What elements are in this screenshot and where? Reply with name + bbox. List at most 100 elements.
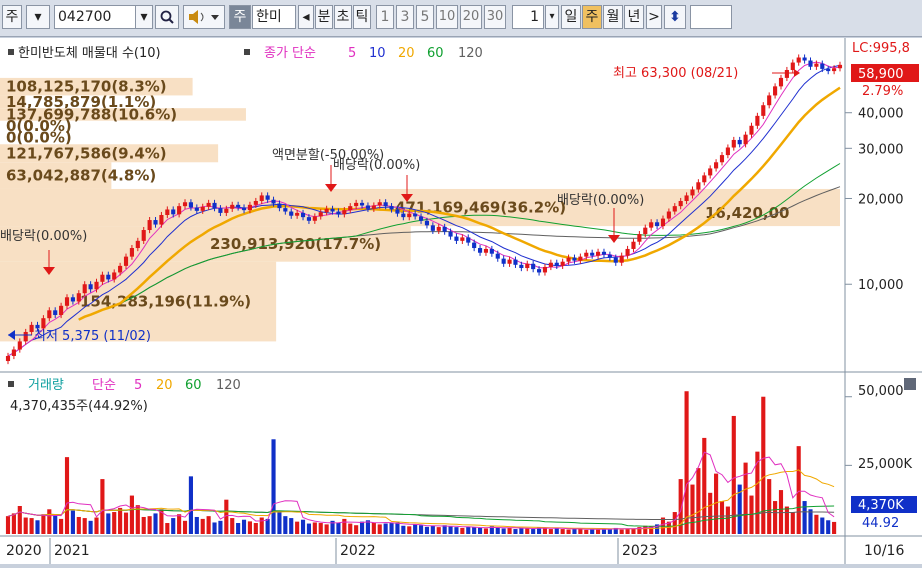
volume-legend-ma-60: 60 [185, 378, 202, 393]
period-tick-button[interactable]: 틱 [353, 5, 371, 29]
candle-body [501, 258, 506, 264]
stock-name-value: 한미 [256, 9, 282, 25]
count-field[interactable]: 1 [512, 5, 544, 29]
volume-bar [359, 521, 365, 534]
volume-bar [70, 510, 75, 534]
period-day-button[interactable]: 일 [561, 5, 581, 29]
candle-body [548, 262, 553, 267]
type-button[interactable]: 주 [229, 5, 251, 29]
next-button[interactable]: > [646, 5, 662, 29]
candle-body [418, 216, 424, 221]
interval-30-button[interactable]: 30 [484, 5, 506, 29]
candle-body [106, 274, 111, 280]
candle-body [584, 252, 589, 257]
candle-body [560, 261, 565, 266]
volume-bar [306, 523, 312, 534]
interval-5-button[interactable]: 5 [416, 5, 434, 29]
volume-bar [342, 518, 347, 534]
period-week-button[interactable]: 주 [582, 5, 602, 29]
candle-body [802, 57, 807, 61]
candle-body [277, 203, 282, 209]
candle-body [342, 210, 347, 215]
volume-bar [436, 527, 441, 534]
volume-bar [560, 529, 565, 534]
volume-bar [64, 457, 70, 534]
candle-body [531, 263, 536, 270]
sound-menu-button[interactable] [183, 5, 225, 29]
volume-bar [35, 520, 40, 534]
candle-body [649, 222, 654, 228]
volume-legend-ma-20: 20 [156, 378, 173, 393]
period-minute-button[interactable]: 분 [315, 5, 333, 29]
candle-body [483, 248, 489, 253]
volume-bar [277, 512, 282, 534]
y-tick-label: 40,000 [858, 107, 904, 122]
volume-bar [424, 526, 430, 534]
candle-body [731, 139, 736, 148]
stock-name-field[interactable]: 한미 [252, 5, 296, 29]
volume-profile-label: 230,913,920(17.7%) [210, 235, 381, 253]
stock-chart-svg: 108,125,170(8.3%)14,785,879(1.1%)137,699… [0, 38, 922, 564]
period-year-button[interactable]: 년 [624, 5, 644, 29]
interval-1-button[interactable]: 1 [376, 5, 394, 29]
scroll-toggle-button[interactable]: ⬍ [664, 5, 686, 29]
legend-square-icon [8, 49, 14, 55]
candle-body [837, 64, 843, 69]
interval-10-button[interactable]: 10 [436, 5, 458, 29]
candle-body [236, 204, 241, 208]
period-second-button[interactable]: 초 [334, 5, 352, 29]
current-price-value: 58,900 [858, 67, 904, 82]
candle-body [596, 251, 601, 256]
candle-body [507, 259, 512, 264]
candle-body [11, 349, 16, 356]
x-label-2022: 2022 [340, 543, 376, 559]
period-month-button[interactable]: 월 [603, 5, 623, 29]
search-icon [160, 10, 174, 24]
event-annotation-3: 배당락(0.00%) [333, 158, 420, 173]
candle-body [495, 253, 500, 259]
candle-body [318, 212, 323, 217]
candle-body [247, 204, 252, 211]
market-type-label: 주 [5, 9, 19, 25]
volume-bar [241, 519, 247, 534]
volume-bar [814, 514, 819, 534]
code-dropdown-button[interactable]: ▾ [135, 5, 153, 29]
prev-stock-button[interactable]: ◂ [298, 5, 314, 29]
legend-ma-10: 10 [369, 46, 386, 61]
candle-body [542, 266, 548, 273]
candle-body [613, 257, 618, 263]
interval-3-button[interactable]: 3 [396, 5, 414, 29]
volume-bar [383, 523, 388, 534]
search-button[interactable] [155, 5, 179, 29]
candle-body [814, 63, 819, 67]
count-dropdown-button[interactable]: ▾ [545, 5, 559, 29]
candle-body [755, 115, 760, 126]
candle-body [625, 248, 630, 256]
market-dropdown-button[interactable]: ▾ [26, 5, 50, 29]
chevron-right-icon: > [648, 9, 660, 25]
volume-bar [59, 518, 64, 534]
market-type-button[interactable]: 주 [2, 5, 22, 29]
interval-20-button[interactable]: 20 [460, 5, 482, 29]
volume-bar [472, 527, 477, 534]
volume-bar [141, 516, 146, 534]
volume-bar [153, 513, 158, 534]
candle-body [230, 204, 235, 209]
volume-bar [554, 528, 559, 534]
volume-ma-lines [7, 396, 852, 530]
stock-code-field[interactable]: 042700 [54, 5, 136, 29]
extra-input-field[interactable] [690, 5, 732, 29]
volume-bar [519, 527, 524, 534]
candle-body [678, 200, 683, 207]
candle-body [135, 240, 140, 249]
candle-body [94, 281, 99, 290]
candle-body [383, 202, 388, 207]
volume-legend-ma-120: 120 [216, 378, 241, 393]
candle-body [554, 262, 559, 266]
pane-maximize-icon[interactable] [904, 378, 916, 390]
volume-bar [418, 525, 424, 534]
candle-body [289, 211, 294, 216]
volume-bar [507, 527, 512, 534]
candle-body [76, 293, 81, 302]
candle-body [672, 206, 677, 212]
